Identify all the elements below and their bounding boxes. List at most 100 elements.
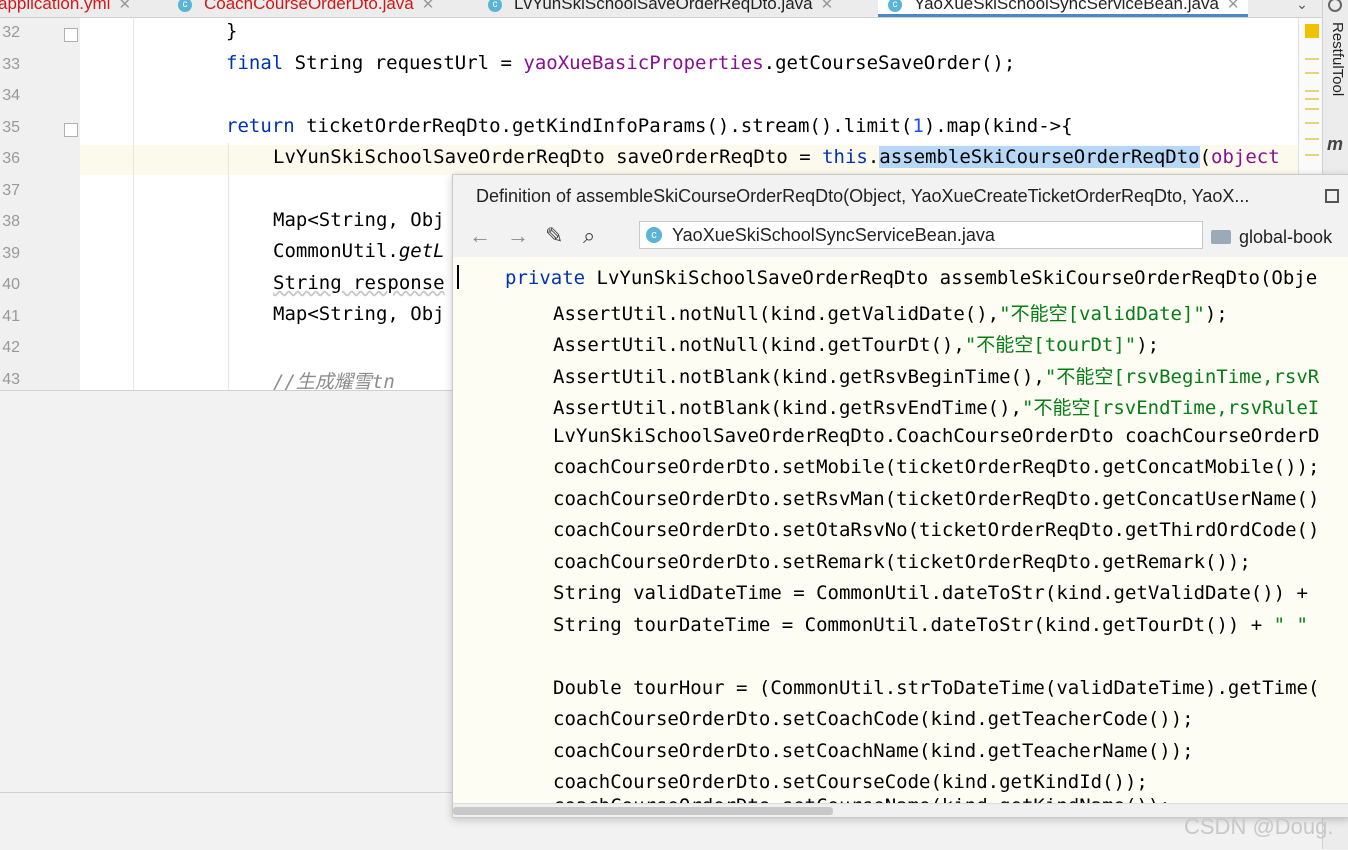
fold-marker-icon[interactable] <box>64 28 78 42</box>
code-text: ); <box>1204 303 1228 325</box>
tab-label: LvYunSkiSchoolSaveOrderReqDto.java <box>514 0 813 13</box>
code-line-41: Map<String, Obj <box>273 303 445 325</box>
code-text: LvYunSkiSchoolSaveOrderReqDto assembleSk… <box>585 267 1318 289</box>
line-number: 36 <box>2 150 20 167</box>
forward-arrow-icon[interactable]: → <box>507 223 529 249</box>
code-text: Map<String, Obj <box>273 303 445 325</box>
quick-definition-popup[interactable]: Definition of assembleSkiCourseOrderReqD… <box>452 174 1348 818</box>
definition-code-view[interactable]: private LvYunSkiSchoolSaveOrderReqDto as… <box>453 257 1348 803</box>
code-string: " " <box>1273 614 1308 636</box>
tab-label: YaoXueSkiSchoolSyncServiceBean.java <box>914 0 1219 13</box>
highlighted-method-name[interactable]: assembleSkiCourseOrderReqDto <box>879 146 1200 168</box>
code-text: ); <box>1136 334 1160 356</box>
code-text: .getCourseSaveOrder(); <box>763 52 1016 74</box>
code-text: coachCourseOrderDto.setOtaRsvNo(ticketOr… <box>553 519 1320 541</box>
definition-line: AssertUtil.notBlank(kind.getRsvBeginTime… <box>553 362 1319 389</box>
popup-title: Definition of assembleSkiCourseOrderReqD… <box>476 186 1250 206</box>
code-text: LvYunSkiSchoolSaveOrderReqDto saveOrderR… <box>273 146 823 168</box>
java-class-icon: c <box>646 227 662 243</box>
pin-window-icon[interactable] <box>1325 189 1339 203</box>
code-text: Double tourHour = (CommonUtil.strToDateT… <box>553 677 1320 699</box>
restful-tool-tab[interactable]: RestfulTool <box>1329 22 1346 96</box>
line-number: 34 <box>2 87 20 104</box>
warning-status-icon[interactable] <box>1305 24 1319 38</box>
definition-line: coachCourseOrderDto.setOtaRsvNo(ticketOr… <box>553 519 1319 541</box>
definition-line: private LvYunSkiSchoolSaveOrderReqDto as… <box>505 267 1317 289</box>
close-icon[interactable]: ✕ <box>422 0 435 13</box>
line-number: 35 <box>2 119 20 136</box>
tab-lvyun-save-order-req-dto[interactable]: c LvYunSkiSchoolSaveOrderReqDto.java ✕ <box>488 0 833 14</box>
tab-yaoxue-sync-service-bean[interactable]: c YaoXueSkiSchoolSyncServiceBean.java ✕ <box>878 0 1248 17</box>
code-text: CommonUtil. <box>273 240 399 262</box>
popup-toolbar: ← → ✎ ⌕ c YaoXueSkiSchoolSyncServiceBean… <box>453 215 1348 258</box>
code-text: coachCourseOrderDto.setCourseCode(kind.g… <box>553 771 1148 793</box>
maven-icon[interactable]: m <box>1327 134 1343 155</box>
code-text: Map<String, Obj <box>273 209 445 231</box>
restful-tool-icon[interactable] <box>1328 0 1342 12</box>
close-icon[interactable]: ✕ <box>821 0 834 13</box>
code-text: ticketOrderReqDto.getKindInfoParams().st… <box>294 115 913 137</box>
code-field: object <box>1211 146 1280 168</box>
code-text: } <box>226 20 238 42</box>
stripe-mark[interactable] <box>1305 154 1319 156</box>
stripe-mark[interactable] <box>1305 72 1319 74</box>
java-class-icon: c <box>888 0 902 12</box>
tab-application-yml[interactable]: application.yml ✕ <box>0 0 131 14</box>
line-number: 32 <box>2 24 20 41</box>
stripe-mark[interactable] <box>1305 108 1319 110</box>
line-number: 42 <box>2 339 20 356</box>
file-selector[interactable]: c YaoXueSkiSchoolSyncServiceBean.java <box>639 221 1203 249</box>
folder-icon <box>1211 230 1231 244</box>
code-line-32: } <box>226 20 237 42</box>
code-method: getL <box>398 240 445 262</box>
file-name: YaoXueSkiSchoolSyncServiceBean.java <box>672 225 995 245</box>
code-text: String validDateTime = CommonUtil.dateTo… <box>553 582 1308 604</box>
code-line-33: final String requestUrl = yaoXueBasicPro… <box>226 52 1015 74</box>
line-number: 37 <box>2 182 20 199</box>
close-icon[interactable]: ✕ <box>1227 0 1240 13</box>
back-arrow-icon[interactable]: ← <box>469 223 491 249</box>
stripe-mark[interactable] <box>1305 90 1319 92</box>
code-line-43: //生成耀雪tn <box>273 367 395 390</box>
tab-label: application.yml <box>0 0 111 13</box>
code-text: String tourDateTime = CommonUtil.dateToS… <box>553 614 1274 636</box>
close-icon[interactable]: ✕ <box>118 0 131 13</box>
code-comment: //生成耀雪tn <box>273 371 395 390</box>
code-string: "不能空[validDate]" <box>999 303 1205 325</box>
code-text: AssertUtil.notBlank(kind.getRsvEndTime()… <box>553 397 1022 419</box>
find-usages-icon[interactable]: ⌕ <box>583 223 595 249</box>
line-number: 38 <box>2 213 20 230</box>
stripe-mark[interactable] <box>1305 98 1319 100</box>
definition-line: coachCourseOrderDto.setCoachCode(kind.ge… <box>553 708 1194 730</box>
code-string: "不能空[tourDt]" <box>964 334 1137 356</box>
code-text: ).map(kind->{ <box>923 115 1073 137</box>
line-number-gutter: 32 33 34 35 36 37 38 39 40 41 42 43 <box>0 18 80 390</box>
popup-header[interactable]: Definition of assembleSkiCourseOrderReqD… <box>453 175 1348 215</box>
code-text: AssertUtil.notBlank(kind.getRsvBeginTime… <box>553 366 1045 388</box>
scrollbar-thumb[interactable] <box>453 807 833 815</box>
fold-marker-icon[interactable] <box>64 123 78 137</box>
line-number: 41 <box>2 308 20 325</box>
code-line-39: CommonUtil.getL <box>273 240 445 262</box>
stripe-mark[interactable] <box>1305 58 1319 60</box>
code-text: String requestUrl = <box>283 52 524 74</box>
line-number: 43 <box>2 371 20 388</box>
code-string: "不能空[rsvBeginTime,rsvR <box>1044 366 1320 388</box>
definition-line: coachCourseOrderDto.setCourseName(kind.g… <box>553 795 1171 803</box>
code-text: ( <box>1199 146 1212 168</box>
stripe-mark[interactable] <box>1305 122 1319 124</box>
indent-guide <box>228 143 229 390</box>
tab-coach-course-order-dto[interactable]: c CoachCourseOrderDto.java ✕ <box>178 0 434 14</box>
edit-source-icon[interactable]: ✎ <box>545 223 563 249</box>
code-field: yaoXueBasicProperties <box>523 52 764 74</box>
code-line-38: Map<String, Obj <box>273 209 445 231</box>
definition-line: String tourDateTime = CommonUtil.dateToS… <box>553 614 1308 636</box>
definition-line: AssertUtil.notNull(kind.getValidDate(),"… <box>553 299 1228 326</box>
definition-line: Double tourHour = (CommonUtil.strToDateT… <box>553 677 1319 699</box>
definition-line: coachCourseOrderDto.setRsvMan(ticketOrde… <box>553 488 1319 510</box>
tab-overflow-chevron-icon[interactable]: ⌄ <box>1282 0 1322 13</box>
definition-line: coachCourseOrderDto.setMobile(ticketOrde… <box>553 456 1319 478</box>
code-keyword: final <box>226 52 284 74</box>
stripe-mark[interactable] <box>1305 138 1319 140</box>
line-number: 33 <box>2 56 20 73</box>
